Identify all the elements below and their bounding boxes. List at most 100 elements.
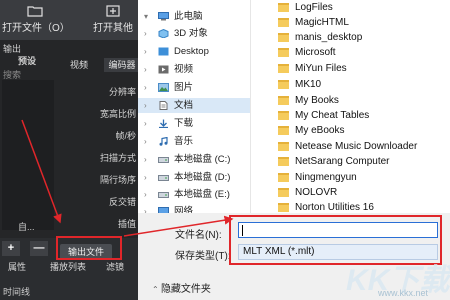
list-item[interactable]: Ningmengyun: [278, 170, 438, 185]
nav-item-label: 下载: [174, 118, 194, 129]
chevron-right-icon[interactable]: ›: [144, 62, 147, 77]
folder-name: MK10: [295, 79, 322, 90]
3d-objects-icon: [158, 29, 169, 38]
music-icon: [159, 137, 168, 146]
nav-item-music[interactable]: › 音乐: [138, 134, 250, 149]
nav-item-label: 本地磁盘 (E:): [174, 189, 230, 200]
list-item[interactable]: MK10: [278, 77, 438, 92]
timeline-label: 时间线: [3, 287, 31, 297]
nav-item-drive-d[interactable]: › 本地磁盘 (D:): [138, 170, 250, 185]
nav-item-label: 3D 对象: [174, 28, 208, 39]
tab-properties[interactable]: 属性: [4, 261, 30, 273]
folder-icon: [278, 111, 289, 120]
preset-label: 预设: [18, 56, 37, 66]
tab-playlist[interactable]: 播放列表: [46, 261, 90, 273]
nav-item-3d-objects[interactable]: › 3D 对象: [138, 26, 250, 41]
folder-icon: [278, 33, 289, 42]
drive-icon: [158, 157, 169, 163]
folder-icon: [278, 96, 289, 105]
nav-item-documents[interactable]: › 文档: [138, 98, 250, 113]
chevron-right-icon[interactable]: ›: [144, 152, 147, 167]
nav-item-drive-e[interactable]: › 本地磁盘 (E:): [138, 187, 250, 202]
remove-preset-button[interactable]: —: [30, 241, 48, 256]
chevron-right-icon[interactable]: ›: [144, 98, 147, 113]
nav-item-this-pc[interactable]: ▾ 此电脑: [138, 9, 250, 24]
folder-icon: [278, 64, 289, 73]
folder-name: Microsoft: [295, 47, 336, 58]
editor-toolbar: 打开文件（O） 打开其他: [0, 0, 138, 40]
desktop-icon: [158, 47, 169, 56]
folder-icon: [278, 18, 289, 27]
list-item[interactable]: LogFiles: [278, 0, 438, 15]
list-item[interactable]: NOLOVR: [278, 185, 438, 200]
tab-filters[interactable]: 滤镜: [100, 261, 130, 273]
list-item[interactable]: My Books: [278, 93, 438, 108]
chevron-right-icon[interactable]: ›: [144, 116, 147, 131]
open-other-label: 打开其他: [93, 23, 133, 34]
add-preset-button[interactable]: +: [2, 241, 20, 256]
list-item[interactable]: MagicHTML: [278, 15, 438, 30]
list-item[interactable]: NetSarang Computer: [278, 154, 438, 169]
chevron-right-icon[interactable]: ›: [144, 187, 147, 202]
folder-icon: [278, 142, 289, 151]
nav-item-downloads[interactable]: › 下载: [138, 116, 250, 131]
folder-name: Netease Music Downloader: [295, 141, 418, 152]
folder-icon: [278, 188, 289, 197]
chevron-right-icon[interactable]: ›: [144, 44, 147, 59]
list-item[interactable]: Microsoft: [278, 45, 438, 60]
preset-list[interactable]: [2, 80, 54, 230]
nav-item-desktop[interactable]: › Desktop: [138, 44, 250, 59]
preset-item[interactable]: 自...: [18, 220, 35, 233]
chevron-right-icon[interactable]: ›: [144, 170, 147, 185]
nav-item-videos[interactable]: › 视频: [138, 62, 250, 77]
document-icon: [159, 101, 168, 110]
chevron-right-icon[interactable]: ›: [144, 204, 147, 213]
save-type-label: 保存类型(T):: [175, 251, 231, 262]
folder-open-icon: [27, 6, 43, 17]
list-item[interactable]: My eBooks: [278, 123, 438, 138]
filename-label: 文件名(N):: [175, 230, 222, 241]
open-other-icon: [106, 5, 120, 17]
nav-item-label: 图片: [174, 82, 194, 93]
tab-video[interactable]: 视频: [64, 58, 94, 72]
list-item[interactable]: Netease Music Downloader: [278, 139, 438, 154]
nav-item-label: 音乐: [174, 136, 194, 147]
nav-item-label: 本地磁盘 (D:): [174, 172, 231, 183]
chevron-right-icon[interactable]: ›: [144, 134, 147, 149]
folder-name: Ningmengyun: [295, 172, 357, 183]
folder-icon: [278, 48, 289, 57]
nav-item-label: 视频: [174, 64, 194, 75]
list-item[interactable]: Norton Utilities 16: [278, 200, 438, 213]
list-item[interactable]: MiYun Files: [278, 61, 438, 76]
folder-icon: [278, 157, 289, 166]
folder-name: My Books: [295, 95, 339, 106]
resolution-label: 分辨率: [108, 87, 136, 97]
list-item[interactable]: My Cheat Tables: [278, 108, 438, 123]
frame-rate-label: 帧/秒: [115, 131, 136, 141]
list-item[interactable]: manis_desktop: [278, 30, 438, 45]
nav-item-pictures[interactable]: › 图片: [138, 80, 250, 95]
nav-item-network[interactable]: › 网络: [138, 204, 250, 213]
folder-icon: [278, 173, 289, 182]
folder-name: MagicHTML: [295, 17, 349, 28]
nav-item-label: 此电脑: [174, 11, 203, 22]
chevron-down-icon[interactable]: ▾: [144, 9, 148, 24]
folder-name: My Cheat Tables: [295, 110, 370, 121]
folder-name: NetSarang Computer: [295, 156, 390, 167]
open-other-button[interactable]: 打开其他: [88, 2, 138, 38]
navigation-pane: ▾ 此电脑 › 3D 对象 › Desktop › 视频 › 图片 › 文档 ›…: [138, 0, 250, 213]
folder-name: My eBooks: [295, 125, 345, 136]
folder-icon: [278, 126, 289, 135]
tab-encoder[interactable]: 编码器: [104, 58, 138, 72]
folder-name: MiYun Files: [295, 63, 347, 74]
chevron-right-icon[interactable]: ›: [144, 80, 147, 95]
hide-folders-toggle[interactable]: ⌃ 隐藏文件夹: [152, 280, 211, 295]
folder-name: LogFiles: [295, 2, 333, 13]
nav-item-label: 网络: [174, 206, 194, 213]
drive-icon: [158, 175, 169, 181]
nav-item-drive-c[interactable]: › 本地磁盘 (C:): [138, 152, 250, 167]
picture-icon: [158, 83, 169, 92]
open-file-button[interactable]: 打开文件（O）: [2, 2, 70, 38]
folder-icon: [278, 3, 289, 12]
chevron-right-icon[interactable]: ›: [144, 26, 147, 41]
